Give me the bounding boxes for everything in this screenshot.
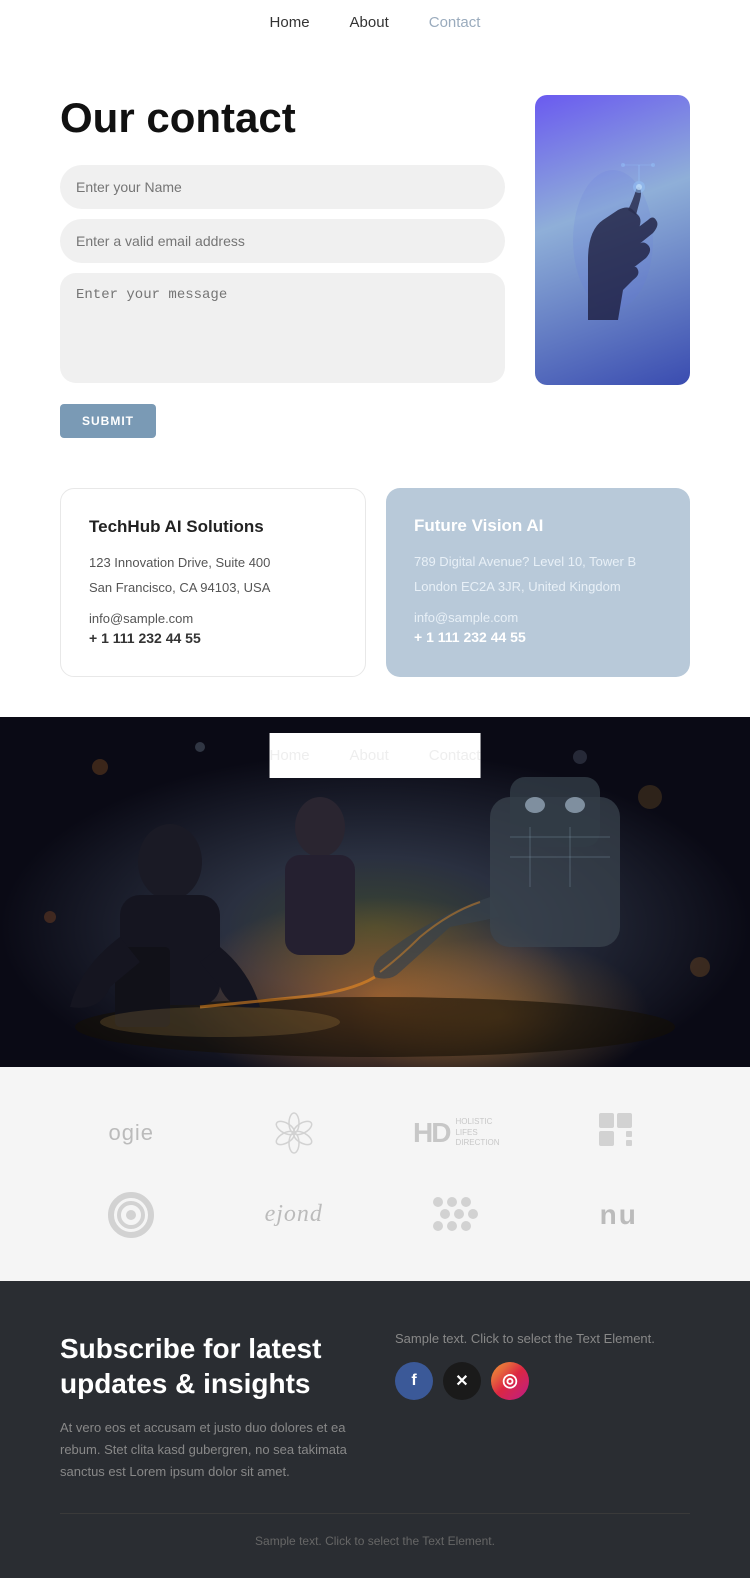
contact-section: Our contact SUBMIT	[0, 45, 750, 478]
logo-flower	[268, 1107, 320, 1159]
tech-hand-icon	[568, 160, 658, 320]
contact-hero-image	[535, 95, 690, 385]
card2-email: info@sample.com	[414, 610, 662, 625]
footer-bottom-text: Sample text. Click to select the Text El…	[60, 1534, 690, 1548]
card2-address1: 789 Digital Avenue? Level 10, Tower B	[414, 552, 662, 573]
nav-contact[interactable]: Contact	[429, 14, 481, 31]
card1-title: TechHub AI Solutions	[89, 517, 337, 537]
hero-section: Home About Contact	[0, 717, 750, 1067]
logo-dots	[430, 1194, 482, 1236]
facebook-icon: f	[411, 1372, 416, 1390]
card2-phone: + 1 111 232 44 55	[414, 629, 526, 645]
submit-button[interactable]: SUBMIT	[60, 404, 156, 438]
social-instagram[interactable]: ◎	[491, 1362, 529, 1400]
contact-title: Our contact	[60, 95, 505, 141]
hero-nav-home[interactable]: Home	[270, 747, 310, 764]
logo-nu: nu	[600, 1199, 638, 1231]
twitter-icon: ✕	[455, 1371, 468, 1391]
hero-nav: Home About Contact	[270, 733, 481, 778]
hero-nav-about[interactable]: About	[350, 747, 389, 764]
social-icons: f ✕ ◎	[395, 1362, 690, 1400]
card1-phone: + 1 111 232 44 55	[89, 630, 201, 646]
name-input[interactable]	[60, 165, 505, 209]
card1-address2: San Francisco, CA 94103, USA	[89, 578, 337, 599]
footer-top: Subscribe for latest updates & insights …	[60, 1331, 690, 1483]
message-input[interactable]	[60, 273, 505, 383]
card2-address2: London EC2A 3JR, United Kingdom	[414, 577, 662, 598]
footer-right-text: Sample text. Click to select the Text El…	[395, 1331, 690, 1346]
logos-section: ogie HD HOLISTICLIFESDIRECTION	[0, 1067, 750, 1281]
footer-title: Subscribe for latest updates & insights	[60, 1331, 355, 1401]
instagram-icon: ◎	[502, 1370, 518, 1391]
logo-ejond: ejond	[265, 1201, 323, 1228]
logo-hd: HD HOLISTICLIFESDIRECTION	[413, 1117, 499, 1149]
email-input[interactable]	[60, 219, 505, 263]
logo-rings	[105, 1189, 157, 1241]
card-futurevision: Future Vision AI 789 Digital Avenue? Lev…	[386, 488, 690, 677]
logo-ogie: ogie	[108, 1120, 154, 1146]
social-twitter[interactable]: ✕	[443, 1362, 481, 1400]
cards-section: TechHub AI Solutions 123 Innovation Driv…	[0, 478, 750, 717]
card-techhub: TechHub AI Solutions 123 Innovation Driv…	[60, 488, 366, 677]
footer-body: At vero eos et accusam et justo duo dolo…	[60, 1417, 355, 1483]
card2-title: Future Vision AI	[414, 516, 662, 536]
footer-bottom: Sample text. Click to select the Text El…	[60, 1513, 690, 1548]
social-facebook[interactable]: f	[395, 1362, 433, 1400]
logo-brighto	[593, 1107, 645, 1159]
footer: Subscribe for latest updates & insights …	[0, 1281, 750, 1578]
main-nav: Home About Contact	[0, 0, 750, 45]
footer-right: Sample text. Click to select the Text El…	[395, 1331, 690, 1483]
footer-left: Subscribe for latest updates & insights …	[60, 1331, 355, 1483]
contact-form-area: Our contact SUBMIT	[60, 95, 505, 438]
nav-about[interactable]: About	[350, 14, 389, 31]
nav-home[interactable]: Home	[270, 14, 310, 31]
hero-nav-contact[interactable]: Contact	[429, 747, 481, 764]
contact-image-area	[535, 95, 690, 438]
card1-address1: 123 Innovation Drive, Suite 400	[89, 553, 337, 574]
card1-email: info@sample.com	[89, 611, 337, 626]
